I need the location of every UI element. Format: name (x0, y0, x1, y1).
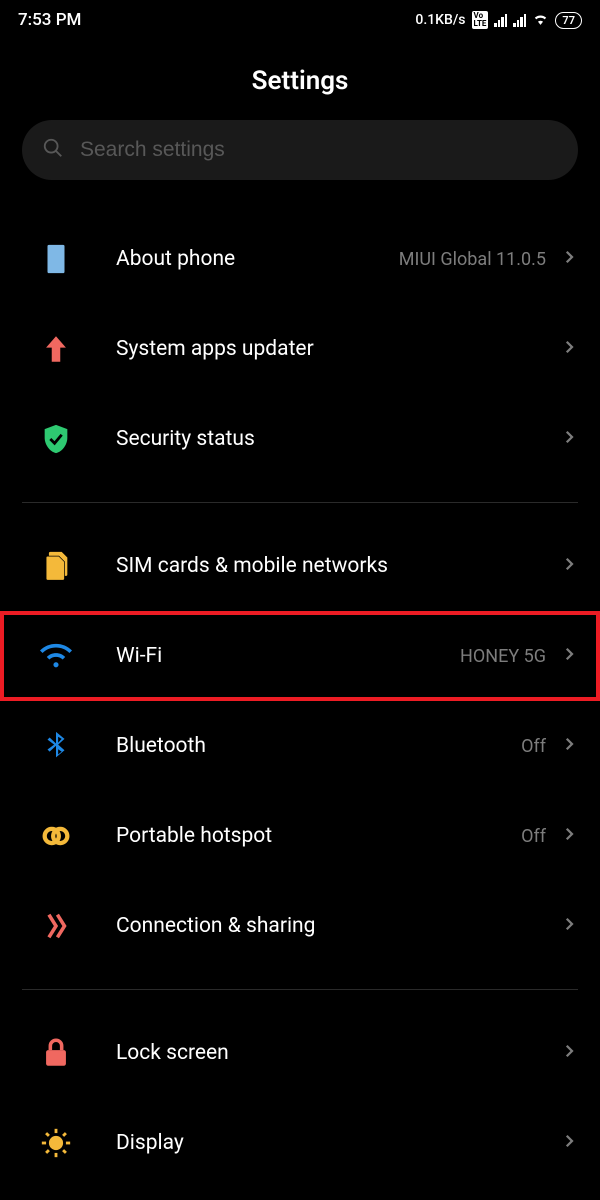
hotspot-icon (26, 819, 86, 853)
update-arrow-icon (26, 332, 86, 366)
item-display[interactable]: Display (0, 1098, 600, 1188)
chevron-right-icon (560, 735, 578, 757)
chevron-right-icon (560, 248, 578, 270)
item-system-updater[interactable]: System apps updater (0, 304, 600, 394)
signal-icon-1 (494, 13, 507, 27)
section-wireless: SIM cards & mobile networks Wi-Fi HONEY … (0, 521, 600, 971)
page-title: Settings (0, 36, 600, 120)
status-indicators: 0.1KB/s VoLTE 77 (415, 10, 582, 31)
item-detail: MIUI Global 11.0.5 (399, 249, 546, 270)
wifi-status-icon (532, 10, 549, 31)
bluetooth-icon (26, 729, 86, 763)
chevron-right-icon (560, 338, 578, 360)
phone-icon (26, 242, 86, 276)
search-input[interactable] (80, 138, 558, 162)
shield-check-icon (26, 422, 86, 456)
battery-icon: 77 (555, 12, 582, 29)
connection-icon (26, 909, 86, 943)
chevron-right-icon (560, 825, 578, 847)
brightness-icon (26, 1126, 86, 1160)
item-lock-screen[interactable]: Lock screen (0, 1008, 600, 1098)
network-speed: 0.1KB/s (415, 12, 465, 28)
item-detail: Off (521, 736, 546, 757)
item-hotspot[interactable]: Portable hotspot Off (0, 791, 600, 881)
search-icon (42, 137, 64, 163)
item-label: Security status (116, 427, 560, 451)
item-wifi[interactable]: Wi-Fi HONEY 5G (0, 611, 600, 701)
status-time: 7:53 PM (18, 10, 81, 30)
item-detail: HONEY 5G (460, 646, 546, 667)
item-sim-cards[interactable]: SIM cards & mobile networks (0, 521, 600, 611)
chevron-right-icon (560, 1132, 578, 1154)
item-label: Bluetooth (116, 734, 521, 758)
item-connection-sharing[interactable]: Connection & sharing (0, 881, 600, 971)
section-device: About phone MIUI Global 11.0.5 System ap… (0, 214, 600, 484)
chevron-right-icon (560, 645, 578, 667)
item-label: System apps updater (116, 337, 560, 361)
item-label: About phone (116, 247, 399, 271)
item-bluetooth[interactable]: Bluetooth Off (0, 701, 600, 791)
item-label: Lock screen (116, 1041, 560, 1065)
volte-icon: VoLTE (472, 11, 489, 29)
section-personal: Lock screen Display (0, 1008, 600, 1188)
wifi-icon (26, 639, 86, 673)
chevron-right-icon (560, 1042, 578, 1064)
divider (22, 502, 578, 503)
item-security-status[interactable]: Security status (0, 394, 600, 484)
chevron-right-icon (560, 428, 578, 450)
chevron-right-icon (560, 555, 578, 577)
chevron-right-icon (560, 915, 578, 937)
signal-icon-2 (513, 13, 526, 27)
item-label: SIM cards & mobile networks (116, 554, 560, 578)
item-detail: Off (521, 826, 546, 847)
item-label: Connection & sharing (116, 914, 560, 938)
item-label: Wi-Fi (116, 644, 460, 668)
item-label: Portable hotspot (116, 824, 521, 848)
item-label: Display (116, 1131, 560, 1155)
search-bar[interactable] (22, 120, 578, 180)
sim-card-icon (26, 549, 86, 583)
divider (22, 989, 578, 990)
item-about-phone[interactable]: About phone MIUI Global 11.0.5 (0, 214, 600, 304)
status-bar: 7:53 PM 0.1KB/s VoLTE 77 (0, 0, 600, 36)
lock-icon (26, 1036, 86, 1070)
